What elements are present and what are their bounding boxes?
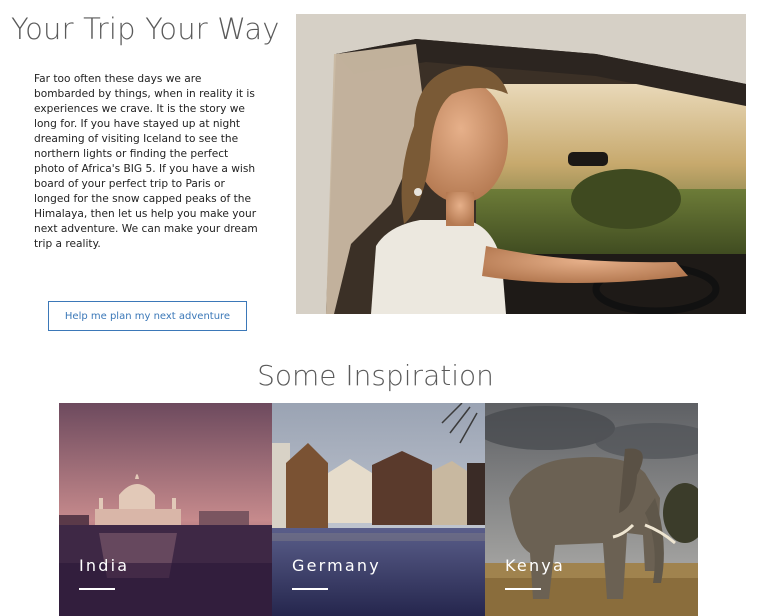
destination-card-germany[interactable]: Germany: [272, 403, 485, 616]
hero-photo-woman-driving-van: [296, 14, 746, 314]
section-title: Some Inspiration: [257, 359, 494, 392]
plan-adventure-button[interactable]: Help me plan my next adventure: [48, 301, 247, 331]
destination-card-india[interactable]: India: [59, 403, 272, 616]
inspiration-cards: India Germany Kenya: [59, 403, 698, 616]
germany-canal-town-image: [272, 403, 485, 616]
hero-body-text: Far too often these days we are bombarde…: [34, 73, 258, 250]
card-label-underline: [292, 588, 328, 590]
hero-title: Your Trip Your Way: [11, 12, 280, 46]
card-label-underline: [505, 588, 541, 590]
destination-card-label: India: [79, 556, 130, 575]
card-label-underline: [79, 588, 115, 590]
kenya-elephant-image: [485, 403, 698, 616]
india-taj-mahal-image: [59, 403, 272, 616]
destination-card-label: Germany: [292, 556, 381, 575]
destination-card-label: Kenya: [505, 556, 565, 575]
destination-card-kenya[interactable]: Kenya: [485, 403, 698, 616]
